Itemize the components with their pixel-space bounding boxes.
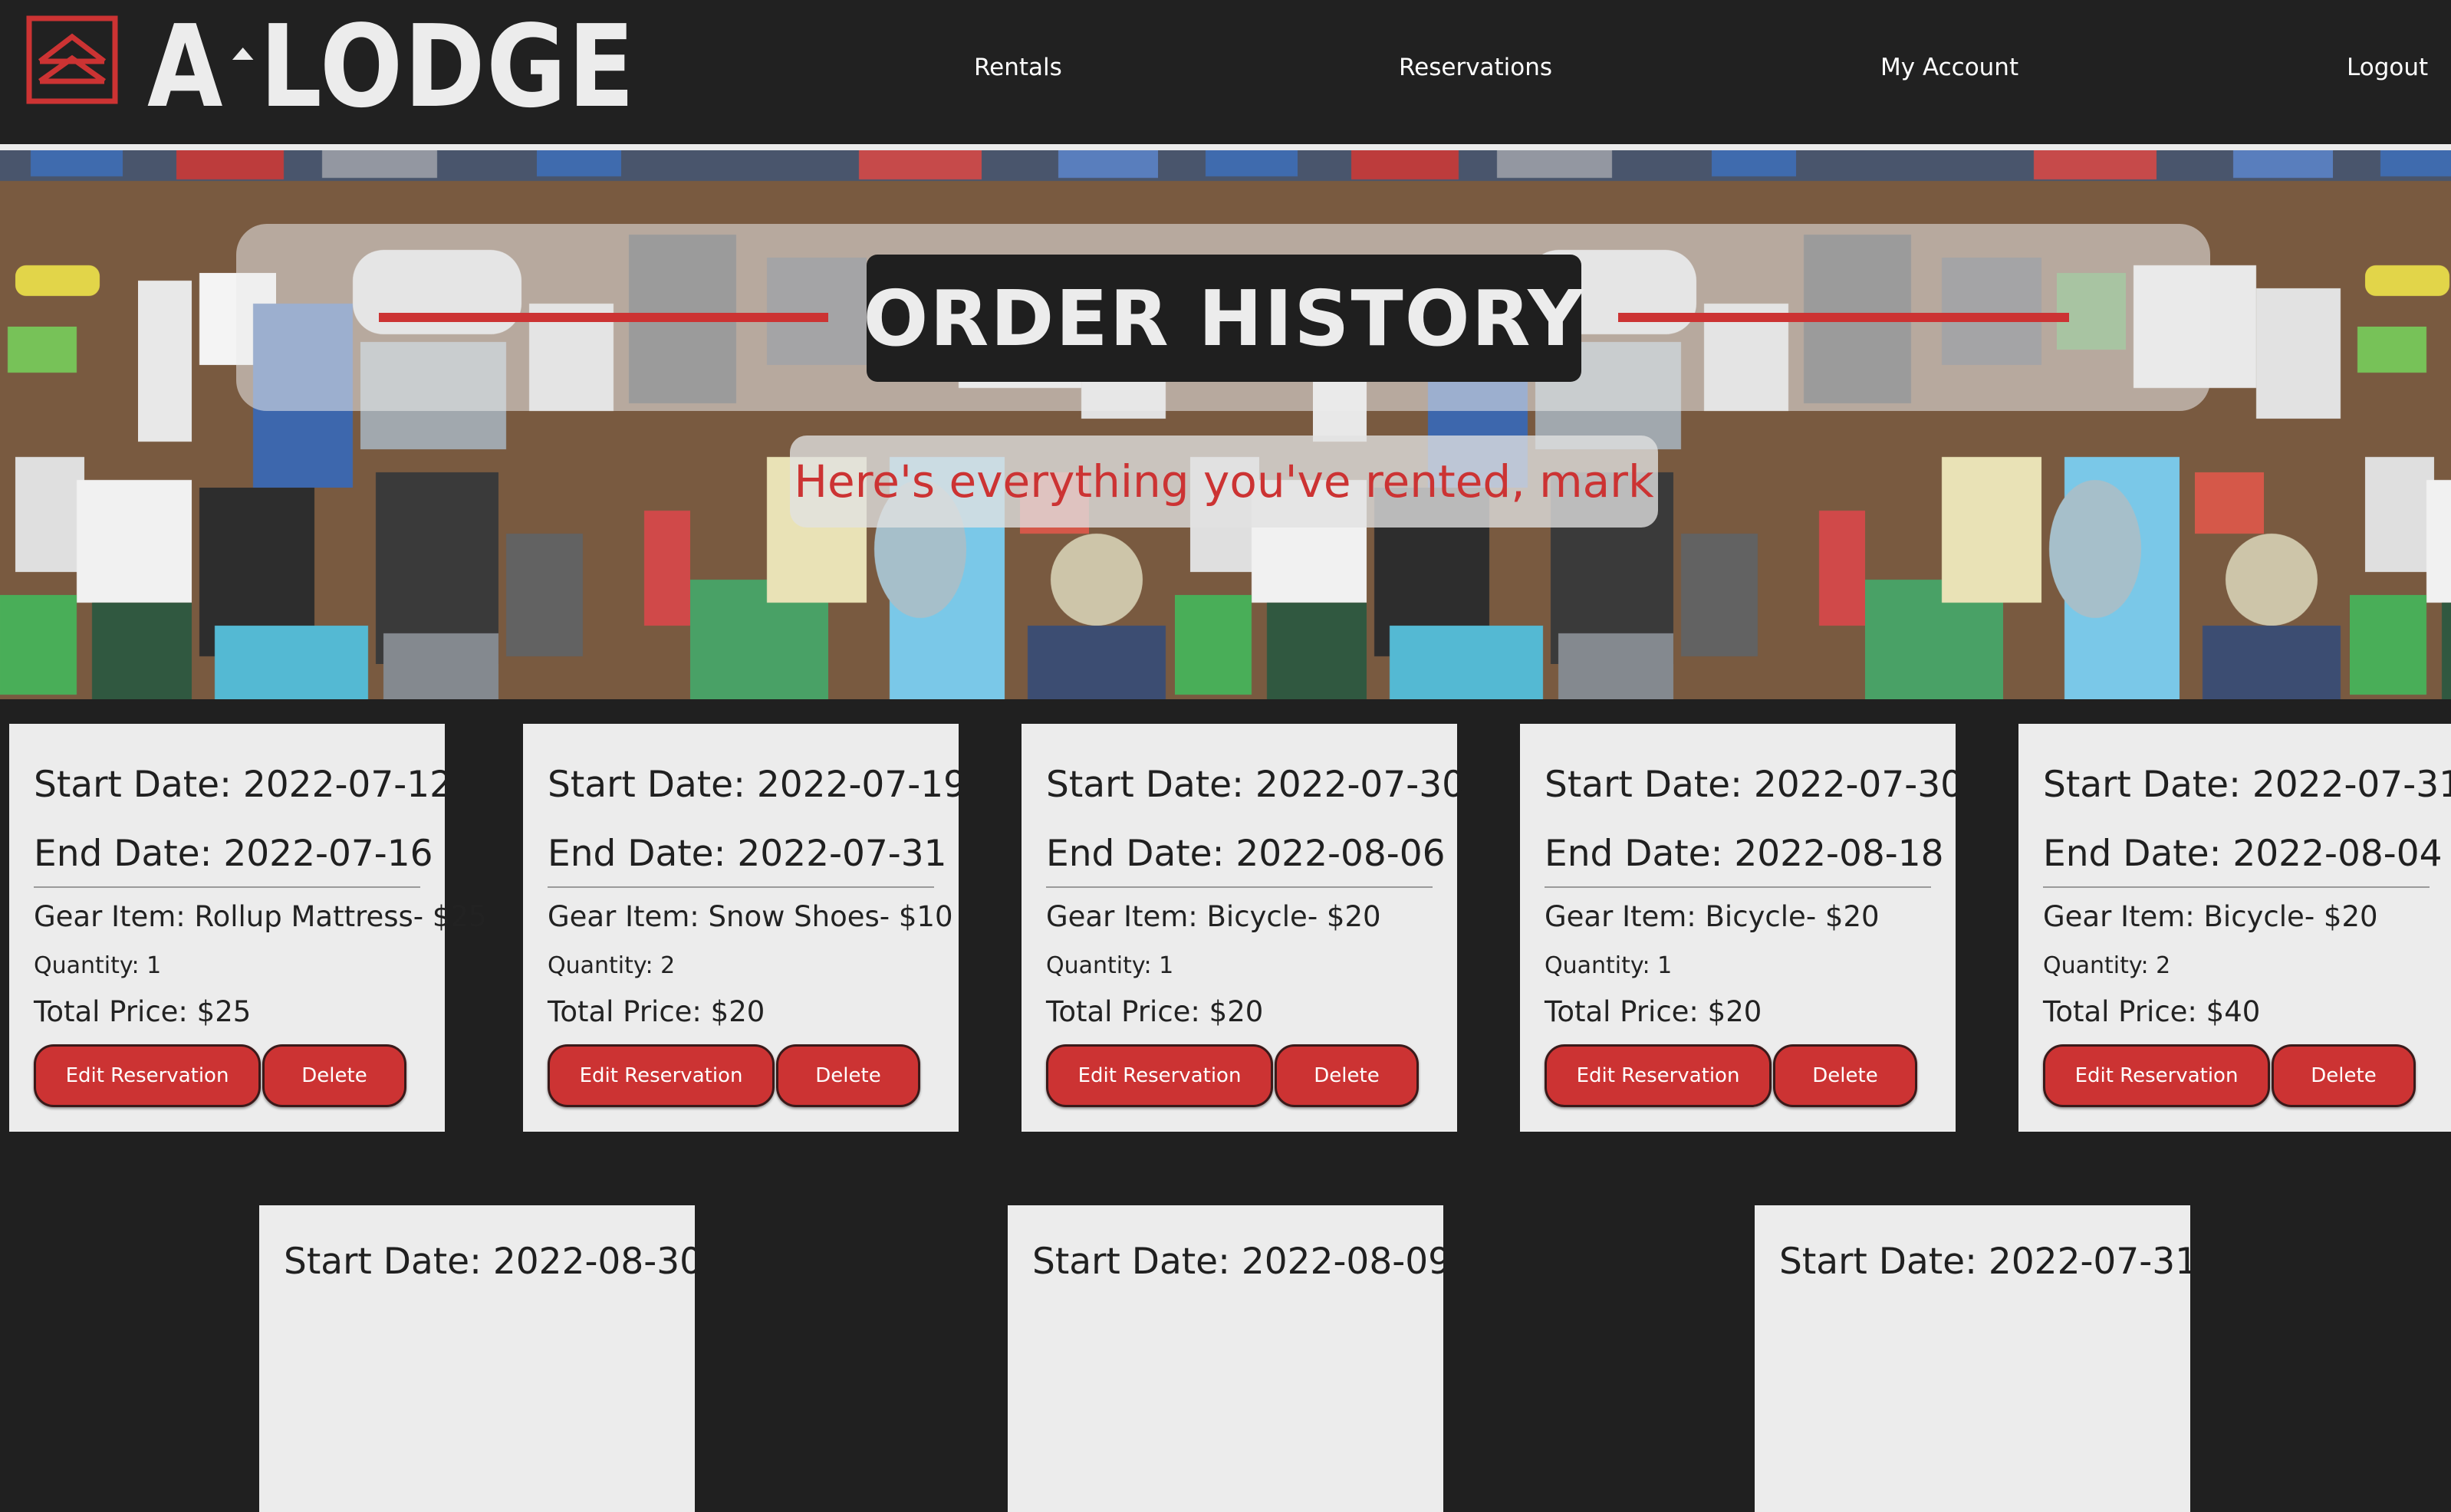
delete-button[interactable]: Delete: [262, 1044, 406, 1107]
order-card: Start Date: 2022-07-30 End Date: 2022-08…: [1022, 724, 1465, 1132]
start-date: Start Date: 2022-07-19: [548, 764, 967, 806]
card-divider: [548, 886, 934, 888]
brand-caret-icon: [232, 9, 254, 60]
end-date: End Date: 2022-07-16: [34, 833, 433, 875]
hero-banner: [0, 150, 2451, 699]
greeting-box: Here's everything you've rented, mark: [790, 436, 1658, 528]
card-divider: [2043, 886, 2430, 888]
brand-name-right: LODGE: [259, 1, 637, 133]
card-divider: [34, 886, 420, 888]
edit-reservation-button[interactable]: Edit Reservation: [1545, 1044, 1772, 1107]
start-date: Start Date: 2022-07-31: [2043, 764, 2451, 806]
gear-item: Gear Item: Snow Shoes- $10: [548, 900, 953, 933]
gear-item: Gear Item: Bicycle- $20: [2043, 900, 2378, 933]
card-divider: [1046, 886, 1433, 888]
order-card: Start Date: 2022-07-31 End Date: 2022-08…: [2018, 724, 2451, 1132]
start-date: Start Date: 2022-07-30: [1046, 764, 1466, 806]
title-divider-right: [1618, 313, 2069, 322]
quantity: Quantity: 1: [1046, 952, 1174, 979]
total-price: Total Price: $25: [34, 995, 252, 1028]
order-card: Start Date: 2022-07-19 End Date: 2022-07…: [523, 724, 966, 1132]
brand-wordmark: A LODGE: [147, 9, 636, 124]
edit-reservation-button[interactable]: Edit Reservation: [34, 1044, 261, 1107]
greeting-text: Here's everything you've rented, mark: [794, 455, 1654, 508]
lodge-logo-icon: [26, 15, 118, 104]
quantity: Quantity: 1: [34, 952, 162, 979]
gear-item: Gear Item: Bicycle- $20: [1545, 900, 1880, 933]
start-date: Start Date: 2022-08-09: [1032, 1241, 1452, 1283]
quantity: Quantity: 2: [2043, 952, 2171, 979]
quantity: Quantity: 2: [548, 952, 676, 979]
total-price: Total Price: $20: [548, 995, 765, 1028]
edit-reservation-button[interactable]: Edit Reservation: [2043, 1044, 2270, 1107]
end-date: End Date: 2022-08-18: [1545, 833, 1944, 875]
gear-item: Gear Item: Rollup Mattress- $25: [34, 900, 487, 933]
order-card: Start Date: 2022-08-09: [1008, 1205, 1451, 1512]
page-title-box: ORDER HISTORY: [863, 255, 1584, 382]
order-card: Start Date: 2022-08-30: [259, 1205, 702, 1512]
brand-name-left: A: [147, 1, 225, 133]
card-divider: [1545, 886, 1931, 888]
nav-rentals-link[interactable]: Rentals: [974, 54, 1062, 81]
delete-button[interactable]: Delete: [776, 1044, 920, 1107]
quantity: Quantity: 1: [1545, 952, 1673, 979]
end-date: End Date: 2022-08-04: [2043, 833, 2443, 875]
delete-button[interactable]: Delete: [1275, 1044, 1419, 1107]
start-date: Start Date: 2022-08-30: [284, 1241, 703, 1283]
nav-logout-link[interactable]: Logout: [2347, 54, 2428, 81]
edit-reservation-button[interactable]: Edit Reservation: [548, 1044, 775, 1107]
delete-button[interactable]: Delete: [2272, 1044, 2416, 1107]
start-date: Start Date: 2022-07-30: [1545, 764, 1964, 806]
start-date: Start Date: 2022-07-12: [34, 764, 453, 806]
nav-my-account-link[interactable]: My Account: [1880, 54, 2018, 81]
title-divider-left: [379, 313, 828, 322]
total-price: Total Price: $40: [2043, 995, 2261, 1028]
order-card: Start Date: 2022-07-12 End Date: 2022-07…: [9, 724, 487, 1132]
order-card: Start Date: 2022-07-31: [1755, 1205, 2198, 1512]
end-date: End Date: 2022-08-06: [1046, 833, 1446, 875]
edit-reservation-button[interactable]: Edit Reservation: [1046, 1044, 1273, 1107]
gear-item: Gear Item: Bicycle- $20: [1046, 900, 1381, 933]
total-price: Total Price: $20: [1545, 995, 1762, 1028]
nav-reservations-link[interactable]: Reservations: [1399, 54, 1552, 81]
navbar-divider: [0, 144, 2451, 150]
start-date: Start Date: 2022-07-31: [1779, 1241, 2199, 1283]
end-date: End Date: 2022-07-31: [548, 833, 947, 875]
navbar: A LODGE Rentals Reservations My Account L…: [0, 0, 2451, 143]
order-card: Start Date: 2022-07-30 End Date: 2022-08…: [1520, 724, 1963, 1132]
page-title: ORDER HISTORY: [863, 273, 1585, 363]
delete-button[interactable]: Delete: [1773, 1044, 1917, 1107]
total-price: Total Price: $20: [1046, 995, 1264, 1028]
